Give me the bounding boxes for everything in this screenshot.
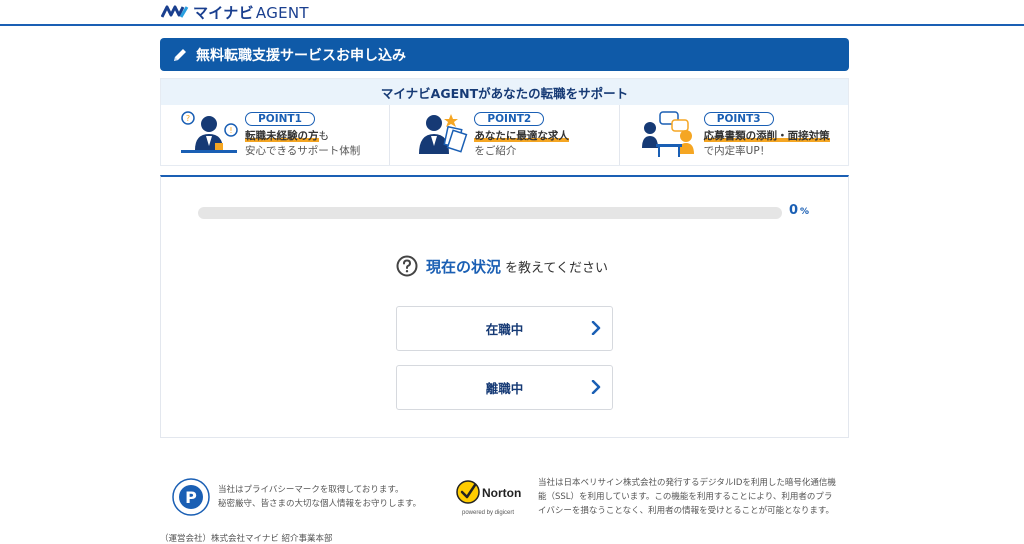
ssl-notice: Norton powered by digicert 当社は日本ベリサイン株式会… bbox=[454, 476, 836, 518]
privacy-notice: P 当社はプライバシーマークを取得しております。 秘密厳守、皆さまの大切な個人情… bbox=[172, 478, 421, 516]
privacy-line-2: 秘密厳守、皆さまの大切な個人情報をお守りします。 bbox=[218, 499, 422, 509]
svg-text:?: ? bbox=[186, 114, 190, 123]
svg-text:!: ! bbox=[229, 126, 232, 135]
ssl-line-3: イバシーを損なうことなく、利用者の情報を受けとることが可能となります。 bbox=[538, 506, 834, 516]
chevron-right-icon bbox=[591, 321, 601, 335]
ssl-line-1: 当社は日本ベリサイン株式会社の発行するデジタルIDを利用した暗号化通信機 bbox=[538, 478, 836, 488]
form-title-bar: 無料転職支援サービスお申し込み bbox=[160, 38, 849, 71]
ssl-line-2: 能（SSL）を利用しています。この機能を利用することにより、利用者のプラ bbox=[538, 492, 833, 502]
option-label: 離職中 bbox=[485, 381, 524, 396]
progress-unit: % bbox=[800, 207, 810, 217]
point-badge: POINT3 bbox=[703, 112, 774, 126]
privacy-mark-icon[interactable]: P bbox=[172, 478, 210, 516]
point-description: 安心できるサポート体制 bbox=[245, 145, 361, 157]
point-2: POINT2 あなたに最適な求人 をご紹介 bbox=[389, 105, 618, 165]
question-heading: 現在の状況 を教えてください bbox=[396, 255, 608, 277]
service-points: マイナビAGENTがあなたの転職をサポート ? ! POINT1 転職未経験の方… bbox=[160, 78, 849, 166]
form-title: 無料転職支援サービスお申し込み bbox=[196, 47, 406, 64]
progress-label: 0% bbox=[789, 203, 809, 218]
point-3: POINT3 応募書類の添削・面接対策 で内定率UP！ bbox=[618, 105, 848, 165]
logo-product: AGENT bbox=[255, 3, 309, 22]
point-description: をご紹介 bbox=[474, 145, 517, 157]
svg-text:Norton: Norton bbox=[482, 486, 521, 500]
question-text: を教えてください bbox=[505, 260, 608, 276]
site-header: マイナビ AGENT bbox=[0, 0, 1024, 26]
mynavi-agent-logo[interactable]: マイナビ AGENT bbox=[161, 1, 309, 23]
norton-seal-icon[interactable]: Norton powered by digicert bbox=[454, 477, 528, 517]
employed-option-button[interactable]: 在職中 bbox=[396, 306, 613, 351]
points-heading: マイナビAGENTがあなたの転職をサポート bbox=[161, 79, 848, 105]
point-suffix: も bbox=[318, 130, 330, 142]
interview-meeting-icon bbox=[641, 111, 694, 157]
point-highlight-text: あなたに最適な求人 bbox=[474, 130, 569, 142]
progress-value: 0 bbox=[789, 203, 799, 218]
privacy-line-1: 当社はプライバシーマークを取得しております。 bbox=[218, 485, 404, 495]
operating-company: （運営会社）株式会社マイナビ 紹介事業本部 bbox=[160, 534, 333, 544]
question-circle-icon bbox=[396, 255, 418, 277]
point-badge: POINT1 bbox=[245, 112, 315, 126]
question-emphasis: 現在の状況 bbox=[426, 257, 502, 276]
point-highlight-text: 転職未経験の方 bbox=[245, 130, 319, 142]
progress-bar bbox=[198, 207, 782, 219]
point-highlight: あなたに最適な求人 bbox=[474, 128, 569, 143]
form-card: 0% 現在の状況 を教えてください 在職中 離職中 bbox=[160, 175, 849, 438]
logo-text: マイナビ AGENT bbox=[193, 2, 309, 23]
point-description: で内定率UP！ bbox=[703, 145, 771, 157]
mynavi-logo-mark-icon bbox=[161, 5, 189, 18]
advisor-questions-icon: ? ! bbox=[181, 111, 238, 153]
pencil-icon bbox=[174, 48, 186, 61]
option-label: 在職中 bbox=[485, 322, 524, 337]
point-badge: POINT2 bbox=[474, 112, 545, 126]
point-highlight: 応募書類の添削・面接対策 bbox=[703, 128, 830, 143]
advisor-documents-icon bbox=[419, 114, 468, 154]
unemployed-option-button[interactable]: 離職中 bbox=[396, 365, 613, 410]
point-highlight: 転職未経験の方も bbox=[245, 128, 360, 143]
point-highlight-text: 応募書類の添削・面接対策 bbox=[703, 130, 830, 142]
svg-text:powered by digicert: powered by digicert bbox=[462, 510, 514, 516]
point-1: ? ! POINT1 転職未経験の方も 安心できるサポート体制 bbox=[161, 105, 389, 165]
logo-brand: マイナビ bbox=[193, 3, 254, 22]
svg-text:P: P bbox=[185, 488, 197, 507]
chevron-right-icon bbox=[591, 380, 601, 394]
